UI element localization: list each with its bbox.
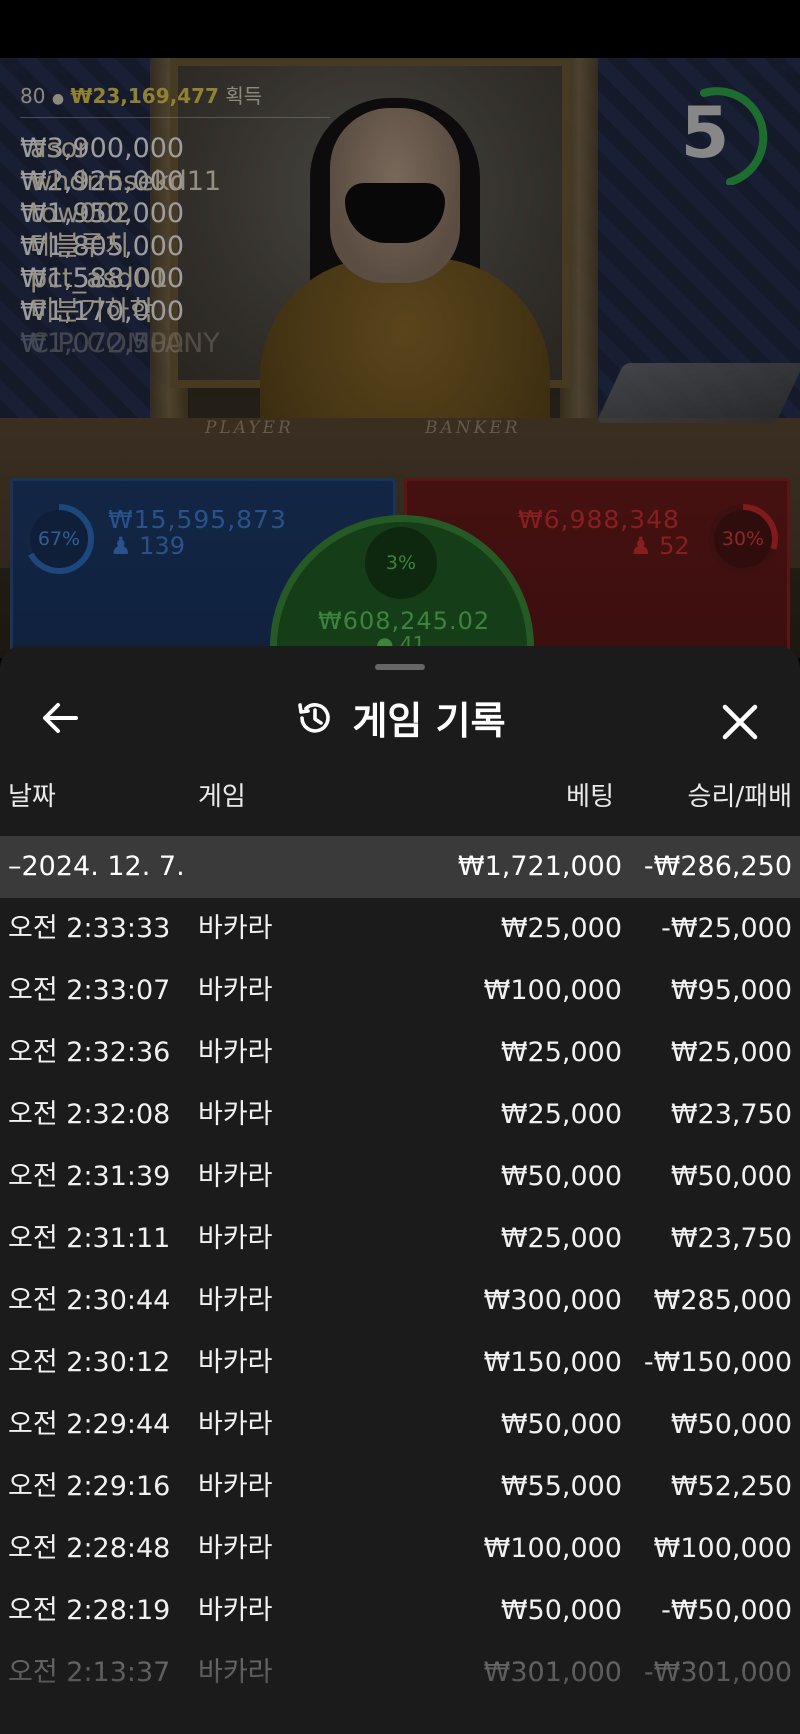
history-row[interactable]: 오전 2:32:36 바카라 ₩25,000 ₩25,000	[0, 1022, 800, 1084]
row-time: 오전 2:29:16	[8, 1471, 171, 1502]
history-row[interactable]: 오전 2:29:16 바카라 ₩55,000 ₩52,250	[0, 1456, 800, 1518]
row-result: ₩100,000	[653, 1533, 792, 1564]
row-game: 바카라	[198, 1223, 273, 1254]
video-dim-overlay	[0, 58, 800, 678]
row-time: 오전 2:32:36	[8, 1037, 171, 1068]
row-game: 바카라	[198, 1285, 273, 1316]
row-result: ₩50,000	[670, 1161, 792, 1192]
row-game: 바카라	[198, 1037, 273, 1068]
row-game: 바카라	[198, 1533, 273, 1564]
sheet-header: 게임 기록	[0, 690, 800, 750]
row-result: ₩23,750	[670, 1223, 792, 1254]
row-time: 오전 2:31:11	[8, 1223, 171, 1254]
row-time: 오전 2:30:44	[8, 1285, 171, 1316]
row-game: 바카라	[198, 1099, 273, 1130]
row-result: ₩95,000	[670, 975, 792, 1006]
row-result: -₩50,000	[661, 1595, 792, 1626]
close-icon	[722, 704, 758, 740]
history-row[interactable]: 오전 2:28:19 바카라 ₩50,000 -₩50,000	[0, 1580, 800, 1642]
history-row[interactable]: 오전 2:33:33 바카라 ₩25,000 -₩25,000	[0, 898, 800, 960]
sheet-drag-handle[interactable]	[375, 664, 425, 670]
row-bet: ₩25,000	[500, 913, 622, 944]
history-icon	[298, 702, 331, 733]
row-bet: ₩25,000	[500, 1037, 622, 1068]
date-group-row[interactable]: –2024. 12. 7. ₩1,721,000 -₩286,250	[0, 836, 800, 898]
status-bar	[0, 0, 800, 58]
row-result: ₩50,000	[670, 1409, 792, 1440]
row-time: 오전 2:33:33	[8, 913, 171, 944]
history-list: 오전 2:33:33 바카라 ₩25,000 -₩25,000 오전 2:33:07 바카…	[0, 898, 800, 1704]
history-row[interactable]: 오전 2:30:12 바카라 ₩150,000 -₩150,000	[0, 1332, 800, 1394]
row-bet: ₩150,000	[483, 1347, 622, 1378]
history-row[interactable]: 오전 2:31:11 바카라 ₩25,000 ₩23,750	[0, 1208, 800, 1270]
row-bet: ₩100,000	[483, 975, 622, 1006]
row-game: 바카라	[198, 1409, 273, 1440]
row-bet: ₩50,000	[500, 1409, 622, 1440]
row-game: 바카라	[198, 1595, 273, 1626]
column-header-game: 게임	[198, 782, 246, 812]
row-bet: ₩25,000	[500, 1223, 622, 1254]
column-header-bet: 베팅	[566, 782, 614, 812]
row-time: 오전 2:29:44	[8, 1409, 171, 1440]
row-time: 오전 2:32:08	[8, 1099, 171, 1130]
history-row[interactable]: 오전 2:28:48 바카라 ₩100,000 ₩100,000	[0, 1518, 800, 1580]
column-header-result: 승리/패배	[687, 782, 792, 812]
row-time: 오전 2:33:07	[8, 975, 171, 1006]
row-bet: ₩300,000	[483, 1285, 622, 1316]
history-row[interactable]: 오전 2:33:07 바카라 ₩100,000 ₩95,000	[0, 960, 800, 1022]
history-row[interactable]: 오전 2:31:39 바카라 ₩50,000 ₩50,000	[0, 1146, 800, 1208]
game-history-sheet: 게임 기록 날짜 게임 베팅 승리/패배 –2024. 12. 7. ₩1,72…	[0, 646, 800, 1734]
history-row[interactable]: 오전 2:32:08 바카라 ₩25,000 ₩23,750	[0, 1084, 800, 1146]
date-group-bet-total: ₩1,721,000	[457, 851, 622, 882]
row-time: 오전 2:28:19	[8, 1595, 171, 1626]
date-group-label: –2024. 12. 7.	[8, 851, 185, 882]
row-bet: ₩100,000	[483, 1533, 622, 1564]
row-result: ₩52,250	[670, 1471, 792, 1502]
column-header-date: 날짜	[8, 782, 56, 812]
date-group-result-total: -₩286,250	[643, 851, 792, 882]
row-result: -₩25,000	[661, 913, 792, 944]
row-result: ₩23,750	[670, 1099, 792, 1130]
row-result: ₩285,000	[653, 1285, 792, 1316]
row-game: 바카라	[198, 1161, 273, 1192]
row-game: 바카라	[198, 1471, 273, 1502]
history-row[interactable]: 오전 2:30:44 바카라 ₩300,000 ₩285,000	[0, 1270, 800, 1332]
row-game: 바카라	[198, 1347, 273, 1378]
row-result: -₩150,000	[643, 1347, 792, 1378]
row-game: 바카라	[198, 913, 273, 944]
history-row[interactable]: 오전 2:29:44 바카라 ₩50,000 ₩50,000	[0, 1394, 800, 1456]
row-bet: ₩50,000	[500, 1161, 622, 1192]
row-bet: ₩55,000	[500, 1471, 622, 1502]
row-game: 바카라	[198, 975, 273, 1006]
row-time: 오전 2:31:39	[8, 1161, 171, 1192]
row-bet: ₩25,000	[500, 1099, 622, 1130]
row-time: 오전 2:28:48	[8, 1533, 171, 1564]
row-time: 오전 2:30:12	[8, 1347, 171, 1378]
close-button[interactable]	[712, 694, 768, 750]
scroll-fade	[0, 1656, 800, 1734]
row-result: ₩25,000	[670, 1037, 792, 1068]
row-bet: ₩50,000	[500, 1595, 622, 1626]
page-title: 게임 기록	[352, 699, 506, 743]
